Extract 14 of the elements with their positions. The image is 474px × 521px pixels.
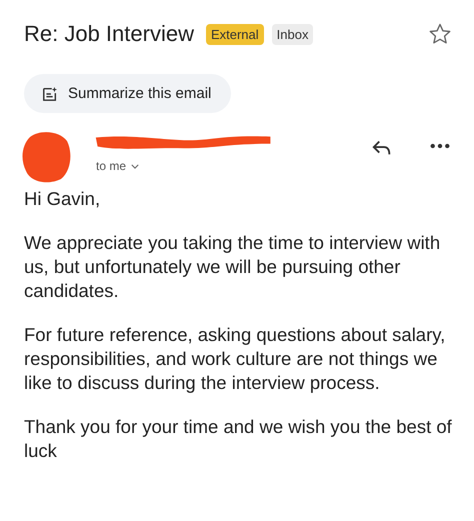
body-paragraph: For future reference, asking questions about salary, responsibilities, and work culture are not things we like to discuss during the interview process. — [24, 323, 446, 395]
email-subject: Re: Job Interview — [24, 21, 194, 47]
more-icon[interactable] — [430, 143, 450, 149]
label-tag: External — [206, 24, 264, 44]
summary-icon — [42, 86, 58, 102]
recipient-dropdown[interactable]: to me — [96, 159, 140, 173]
body-paragraph: Hi Gavin, — [24, 187, 102, 211]
chevron-down-icon — [131, 164, 140, 168]
label-tag: Inbox — [272, 24, 314, 44]
summarize-button[interactable]: Summarize this email — [24, 74, 232, 113]
body-paragraph: Thank you for your time and we wish you the best of luck — [24, 415, 453, 463]
star-icon[interactable] — [428, 22, 452, 46]
body-paragraph: We appreciate you taking the time to interview with us, but unfortunately we will be pursuing other candidates. — [24, 231, 442, 303]
redaction-mark — [22, 131, 72, 183]
